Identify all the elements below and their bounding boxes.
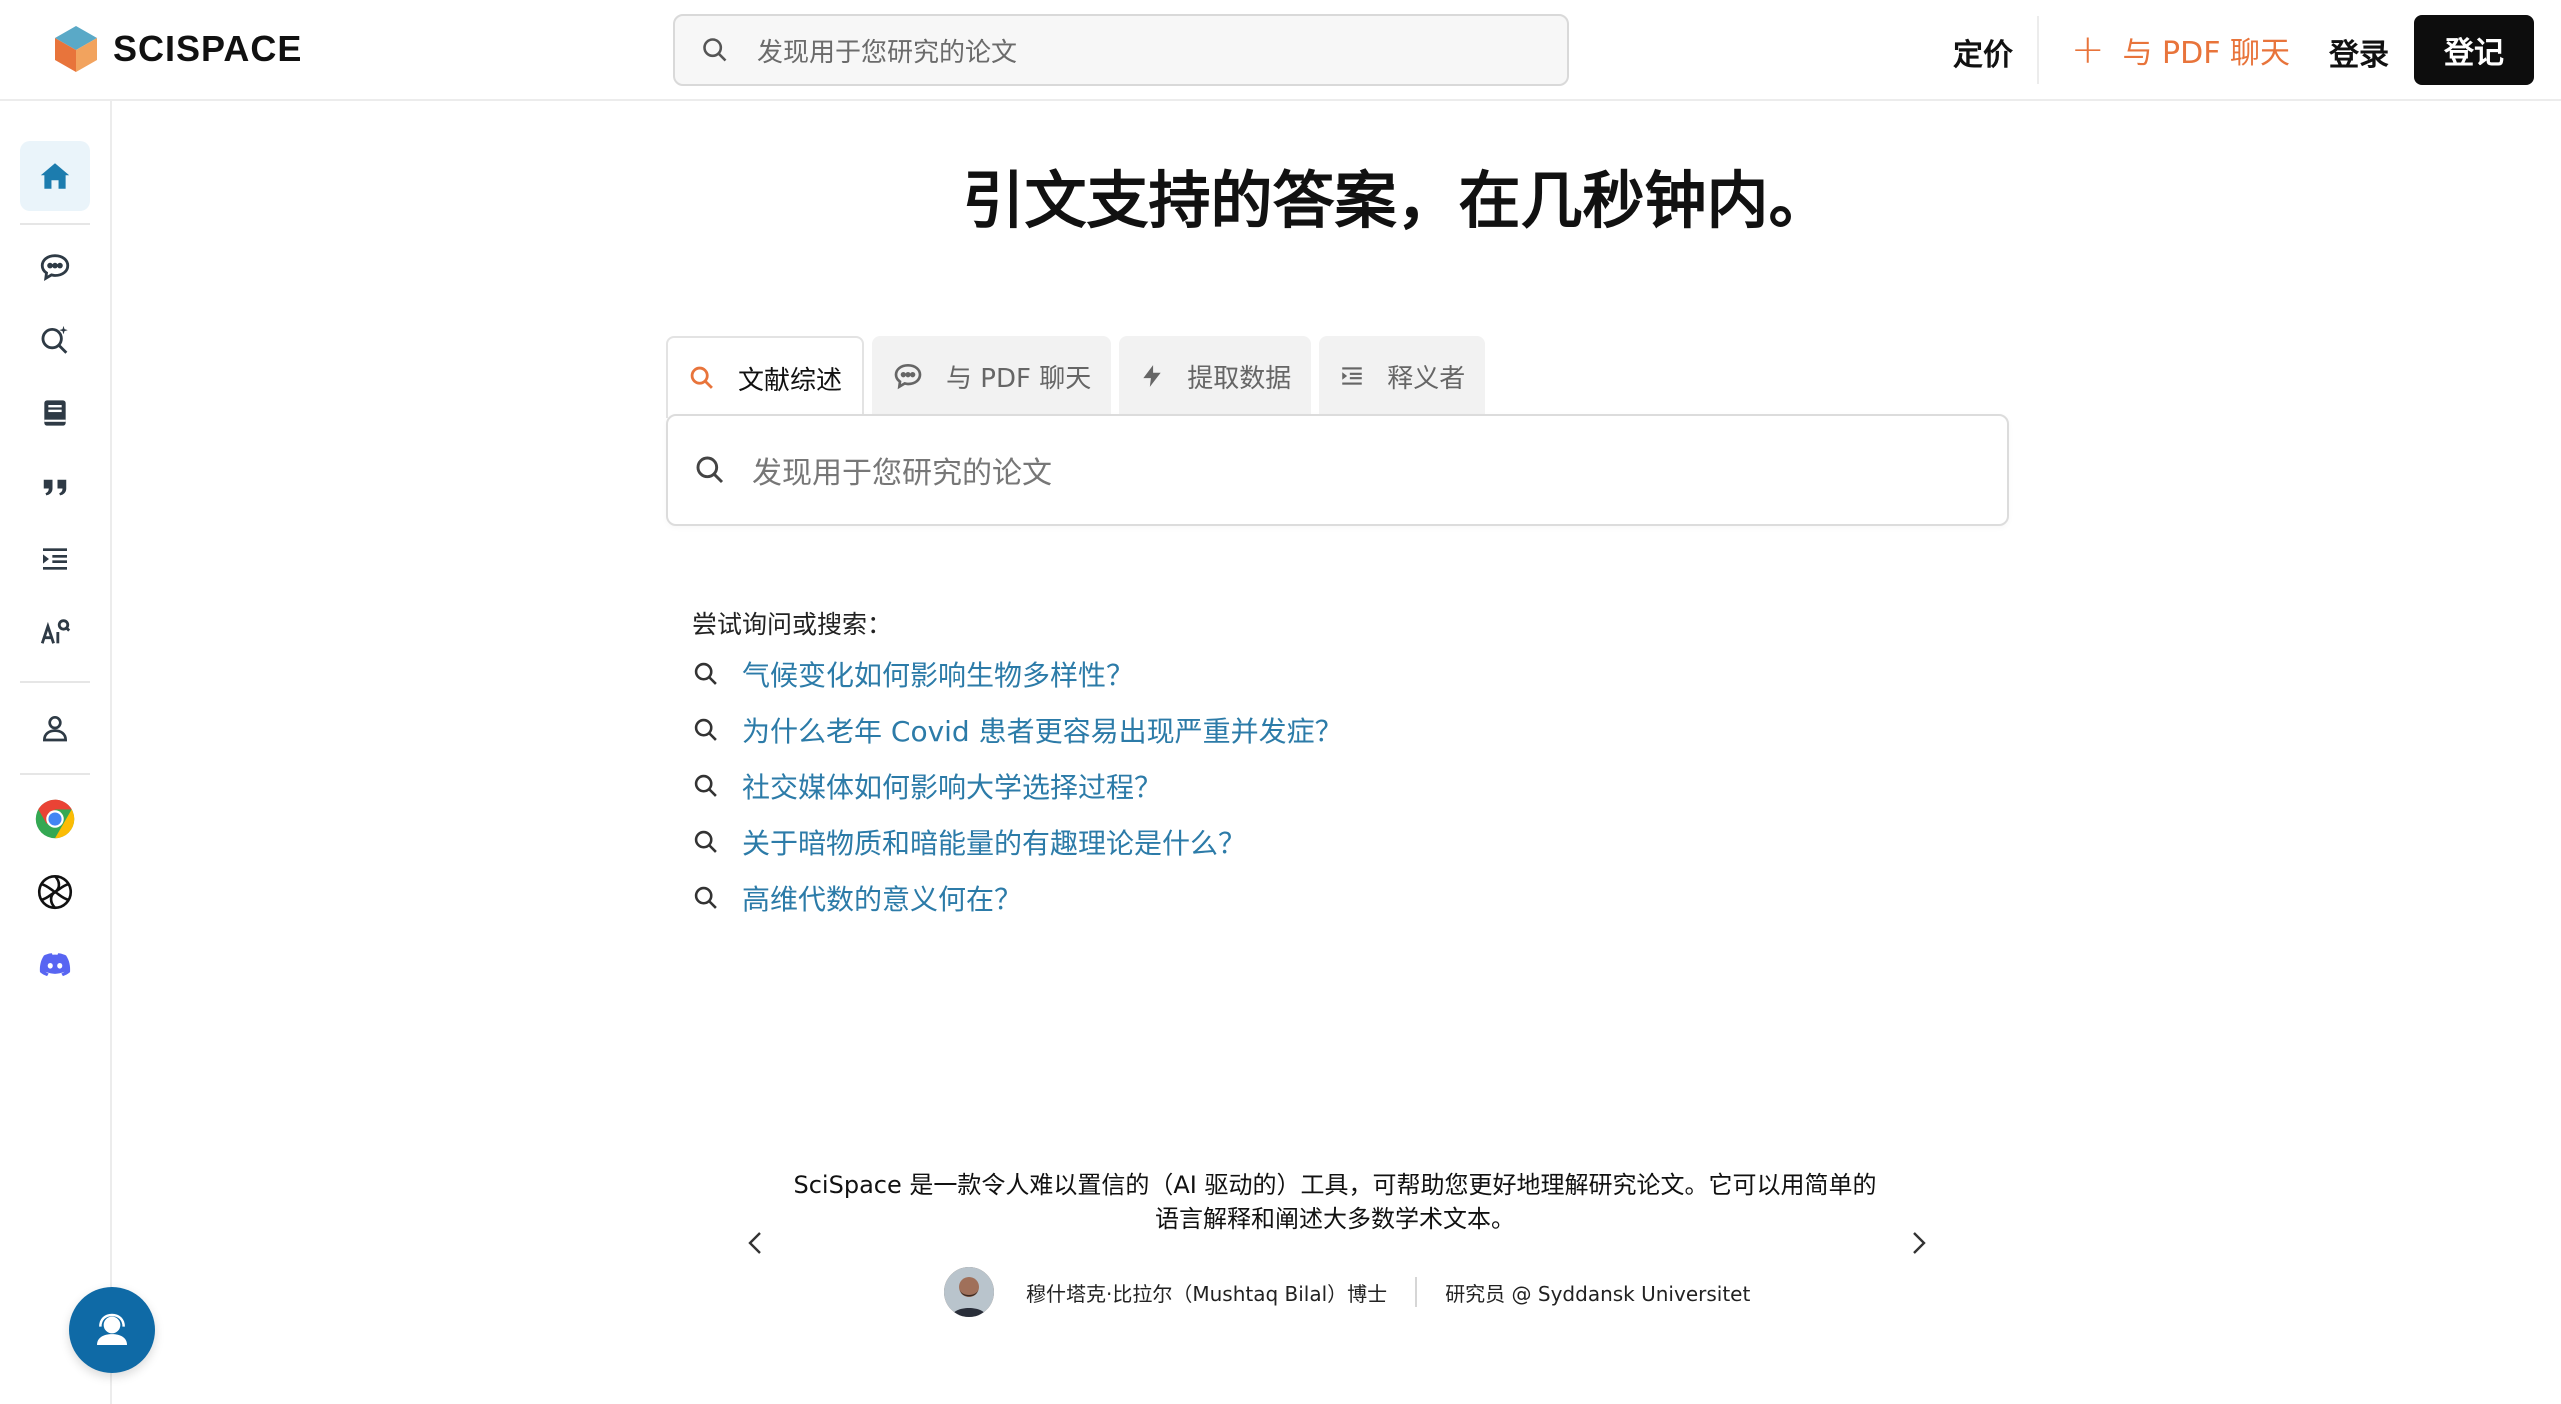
scispace-logo-icon [55, 26, 97, 72]
sidebar-item-discord[interactable] [20, 930, 90, 1000]
carousel-next-button[interactable] [1906, 1228, 1930, 1262]
suggestion-item[interactable]: 气候变化如何影响生物多样性？ [692, 654, 1134, 694]
openai-icon [37, 874, 73, 910]
sidebar-item-search[interactable] [20, 305, 90, 375]
sidebar-item-citation[interactable] [20, 451, 90, 521]
sidebar-item-paraphraser[interactable] [20, 524, 90, 594]
suggestion-text: 关于暗物质和暗能量的有趣理论是什么？ [742, 827, 1247, 860]
author-divider [1415, 1277, 1418, 1307]
sidebar-divider [20, 681, 90, 683]
tab-extract-data[interactable]: 提取数据 [1119, 336, 1312, 416]
chevron-left-icon [748, 1232, 761, 1254]
search-icon [694, 830, 717, 853]
top-header: SCISPACE 发现用于您研究的论文 定价 + 与 PDF 聊天 登录 登记 [0, 0, 2561, 101]
tab-label: 文献综述 [738, 365, 843, 396]
header-search-input[interactable]: 发现用于您研究的论文 [673, 14, 1569, 86]
author-name: 穆什塔克·比拉尔（Mushtaq Bilal）博士 [1026, 1281, 1388, 1306]
discord-icon [39, 953, 71, 977]
suggestion-text: 高维代数的意义何在？ [742, 883, 1023, 916]
sidebar-divider [20, 773, 90, 775]
search-icon [696, 456, 724, 484]
page-headline: 引文支持的答案，在几秒钟内。 [0, 150, 2561, 240]
sidebar-item-chatgpt-plugin[interactable] [20, 857, 90, 927]
chat-icon [894, 363, 922, 390]
quote-line: SciSpace 是一款令人难以置信的（AI 驱动的）工具，可帮助您更好地理解研… [793, 1171, 1877, 1199]
nav-divider [2037, 16, 2039, 84]
paraphrase-icon [1342, 367, 1362, 385]
plus-icon: + [2071, 27, 2105, 73]
support-chat-button[interactable] [69, 1287, 155, 1373]
tab-label: 与 PDF 聊天 [946, 363, 1092, 394]
header-search-placeholder: 发现用于您研究的论文 [757, 37, 1018, 68]
suggestion-text: 社交媒体如何影响大学选择过程？ [742, 771, 1163, 804]
tab-chat-pdf[interactable]: 与 PDF 聊天 [872, 336, 1112, 416]
testimonial-quote: SciSpace 是一款令人难以置信的（AI 驱动的）工具，可帮助您更好地理解研… [780, 1168, 1890, 1236]
search-icon [703, 38, 727, 62]
chrome-icon [35, 799, 75, 839]
author-role: 研究员 @ Syddansk Universitet [1445, 1281, 1751, 1306]
tab-label: 提取数据 [1187, 363, 1292, 394]
search-icon [694, 718, 717, 741]
search-icon [690, 366, 713, 389]
sidebar-item-profile[interactable] [20, 693, 90, 763]
notebook-icon [44, 400, 66, 426]
chat-with-pdf-label: 与 PDF 聊天 [2122, 36, 2291, 71]
left-sidebar [0, 101, 112, 1404]
sidebar-item-ai-detector[interactable] [20, 597, 90, 667]
pricing-link[interactable]: 定价 [1953, 30, 2013, 74]
carousel-prev-button[interactable] [744, 1228, 768, 1262]
search-icon [694, 886, 717, 909]
suggestion-item[interactable]: 关于暗物质和暗能量的有趣理论是什么？ [692, 822, 1246, 862]
suggestions-label: 尝试询问或搜索： [692, 610, 893, 639]
mode-tabs: 文献综述 与 PDF 聊天 提取数据 释义者 [666, 336, 1486, 418]
signup-button[interactable]: 登记 [2414, 15, 2534, 85]
search-icon [694, 662, 717, 685]
outline-icon [43, 548, 67, 570]
suggestion-item[interactable]: 为什么老年 Covid 患者更容易出现严重并发症？ [692, 710, 1343, 750]
user-icon [42, 716, 68, 742]
quote-line: 语言解释和阐述大多数学术文本。 [1155, 1205, 1515, 1233]
login-link[interactable]: 登录 [2329, 30, 2389, 74]
tab-label: 释义者 [1387, 363, 1466, 394]
bolt-icon [1143, 365, 1161, 387]
sidebar-item-notebook[interactable] [20, 378, 90, 448]
suggestion-text: 气候变化如何影响生物多样性？ [742, 659, 1135, 692]
scispace-logo[interactable]: SCISPACE [53, 24, 302, 74]
search-icon [694, 774, 717, 797]
brand-name: SCISPACE [113, 28, 303, 69]
suggestion-text: 为什么老年 Covid 患者更容易出现严重并发症？ [742, 715, 1343, 748]
testimonial-author: 穆什塔克·比拉尔（Mushtaq Bilal）博士 研究员 @ Syddansk… [944, 1267, 1750, 1317]
main-search-placeholder: 发现用于您研究的论文 [752, 456, 1052, 491]
search-sparkle-icon [41, 325, 68, 354]
avatar [944, 1267, 994, 1317]
chevron-right-icon [1913, 1232, 1926, 1254]
quote-icon [43, 479, 67, 496]
tab-paraphraser[interactable]: 释义者 [1319, 336, 1486, 416]
headline-text: 引文支持的答案，在几秒钟内。 [962, 164, 1831, 237]
support-agent-icon [97, 1313, 127, 1345]
tab-literature-review[interactable]: 文献综述 [666, 336, 865, 418]
ai-detect-icon [40, 619, 71, 644]
sidebar-item-chat[interactable] [20, 232, 90, 302]
chat-with-pdf-link[interactable]: + 与 PDF 聊天 [2071, 28, 2290, 72]
sidebar-item-chrome-extension[interactable] [20, 784, 90, 854]
suggestion-item[interactable]: 社交媒体如何影响大学选择过程？ [692, 766, 1162, 806]
chat-icon [40, 254, 70, 282]
suggestion-item[interactable]: 高维代数的意义何在？ [692, 878, 1022, 918]
main-search-input[interactable]: 发现用于您研究的论文 [666, 414, 2009, 526]
